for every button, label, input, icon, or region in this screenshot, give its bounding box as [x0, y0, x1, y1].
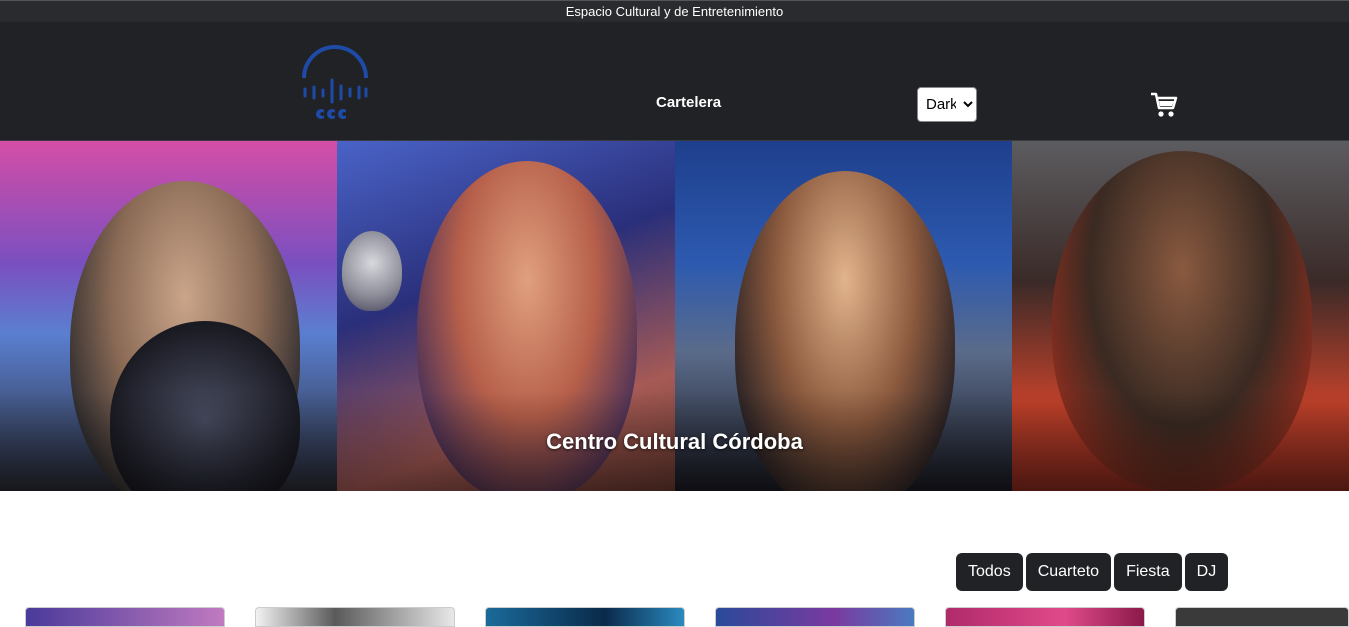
theme-select[interactable]: Dark: [917, 87, 977, 122]
event-card[interactable]: [715, 607, 915, 627]
filter-todos-button[interactable]: Todos: [956, 553, 1023, 591]
ccc-logo-icon[interactable]: [300, 44, 370, 120]
event-card[interactable]: [485, 607, 685, 627]
hero-title: Centro Cultural Córdoba: [546, 429, 803, 454]
nav-cartelera[interactable]: Cartelera: [656, 95, 721, 110]
hero-banner: Centro Cultural Córdoba: [0, 141, 1349, 491]
event-card-row: [0, 607, 1349, 627]
event-card[interactable]: [1175, 607, 1349, 627]
event-card[interactable]: [945, 607, 1145, 627]
event-card[interactable]: [25, 607, 225, 627]
category-filters: Todos Cuarteto Fiesta DJ: [956, 553, 1229, 591]
event-card[interactable]: [255, 607, 455, 627]
filter-cuarteto-button[interactable]: Cuarteto: [1025, 553, 1112, 591]
cart-icon[interactable]: [1150, 92, 1178, 118]
tagline: Espacio Cultural y de Entretenimiento: [565, 4, 784, 19]
filter-fiesta-button[interactable]: Fiesta: [1114, 553, 1182, 591]
site-header: Cartelera Dark: [0, 22, 1349, 141]
top-announcement-bar: Espacio Cultural y de Entretenimiento: [0, 0, 1349, 22]
filter-dj-button[interactable]: DJ: [1184, 553, 1229, 591]
